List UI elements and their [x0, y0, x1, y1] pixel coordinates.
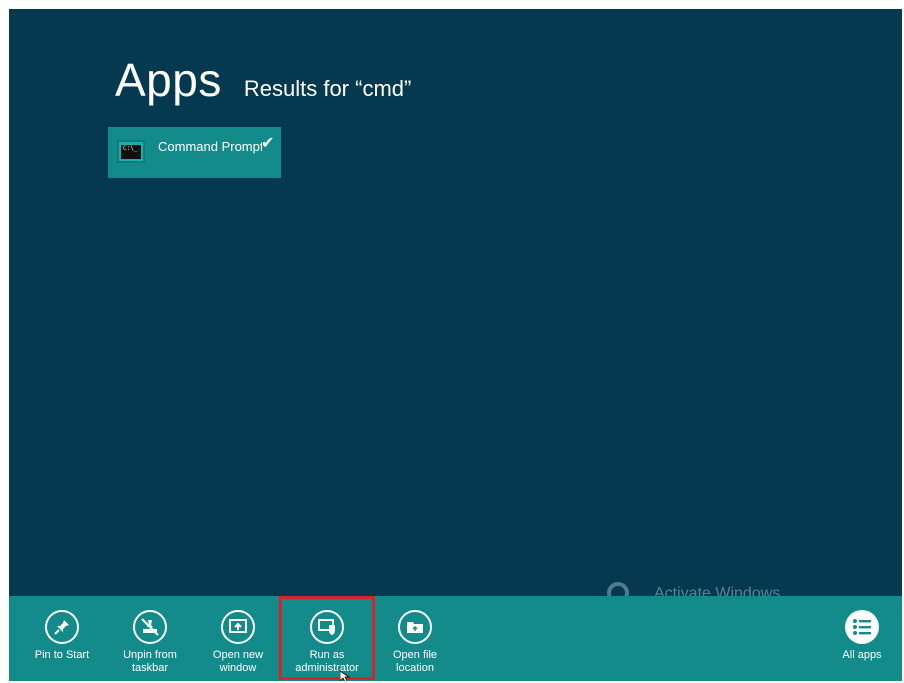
start-search-screen: Apps Results for “cmd” C:\_ Command Prom…	[9, 9, 902, 681]
run-as-administrator-button[interactable]: Run as administrator	[282, 596, 372, 681]
open-new-window-label: Open new window	[212, 649, 264, 674]
pin-to-start-button[interactable]: Pin to Start	[17, 596, 107, 681]
page-title: Apps	[115, 54, 222, 106]
folder-icon	[398, 610, 432, 644]
app-tile-command-prompt[interactable]: C:\_ Command Prompt ✔	[108, 127, 281, 178]
app-tile-label: Command Prompt	[158, 139, 262, 154]
unpin-taskbar-icon	[133, 610, 167, 644]
unpin-from-taskbar-label: Unpin from taskbar	[123, 649, 177, 674]
pin-icon	[45, 610, 79, 644]
pin-to-start-label: Pin to Start	[34, 649, 90, 661]
all-apps-button[interactable]: All apps	[817, 596, 902, 681]
open-file-location-button[interactable]: Open file location	[370, 596, 460, 681]
command-prompt-icon: C:\_	[117, 140, 145, 163]
app-bar: Pin to Start Unpin from taskbar Open new w…	[9, 596, 902, 681]
mouse-cursor-icon	[340, 671, 350, 681]
open-new-window-button[interactable]: Open new window	[193, 596, 283, 681]
command-prompt-icon-text: C:\_	[123, 145, 138, 152]
new-window-icon	[221, 610, 255, 644]
checkmark-icon: ✔	[261, 135, 275, 152]
list-icon	[845, 610, 879, 644]
all-apps-label: All apps	[842, 649, 882, 661]
title-row: Apps Results for “cmd”	[115, 53, 411, 107]
run-as-administrator-label: Run as administrator	[295, 649, 359, 674]
search-results-caption: Results for “cmd”	[243, 76, 412, 101]
open-file-location-label: Open file location	[392, 649, 438, 674]
shield-icon	[310, 610, 344, 644]
unpin-from-taskbar-button[interactable]: Unpin from taskbar	[105, 596, 195, 681]
